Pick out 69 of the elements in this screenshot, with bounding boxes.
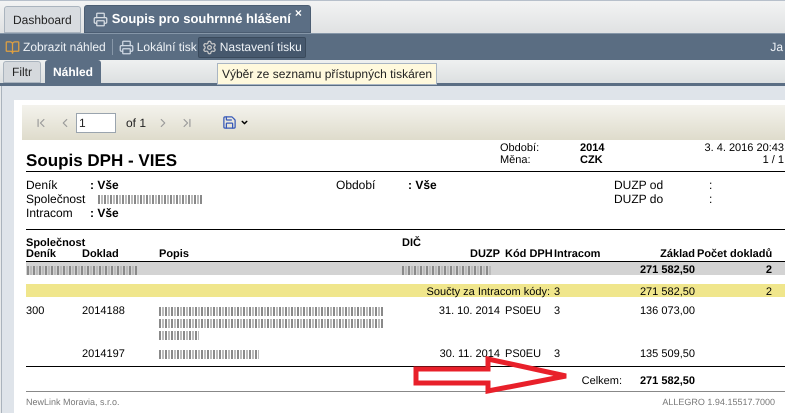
table-cell-text: PS0EU <box>504 348 542 360</box>
save-dropdown[interactable] <box>222 115 250 130</box>
tooltip: Výběr ze seznamu přístupných tiskáren <box>217 63 438 85</box>
table-cell-text: 3 <box>554 348 562 360</box>
subtotal-label: Součty za Intracom kódy: <box>426 285 551 300</box>
table-cell-text: PS0EU <box>504 305 542 319</box>
column-header: Společnost <box>26 238 86 249</box>
column-header: Intracom <box>554 249 602 260</box>
page-number: 1 / 1 <box>762 154 784 166</box>
table-cell-text: 3 <box>554 305 562 319</box>
table-cell-text: 135 509,50 <box>638 348 696 360</box>
redacted-text <box>159 331 199 340</box>
column-header: Deník <box>26 249 56 260</box>
page-count: of 1 <box>126 114 146 132</box>
column-header: Počet dokladů <box>697 249 774 260</box>
caret-icon <box>240 118 250 127</box>
filter-label: DUZP od <box>614 178 664 192</box>
printer-icon <box>92 12 108 26</box>
table-cell-text: 31. 10. 2014 <box>438 305 501 319</box>
filter-label: Společnost <box>26 192 86 206</box>
info-value: CZK <box>580 154 604 166</box>
close-button[interactable]: × <box>294 7 302 19</box>
column-header: Popis <box>159 249 190 260</box>
column-header: Doklad <box>82 249 120 260</box>
footer-text: NewLink Moravia, s.r.o. <box>26 397 120 408</box>
filter-label: DUZP do <box>614 192 664 206</box>
filter-label: Období <box>336 178 376 194</box>
filter-value: : <box>709 192 712 206</box>
column-header: DUZP <box>469 249 501 260</box>
tab[interactable]: Náhled <box>45 60 102 83</box>
toolbar-button[interactable]: Lokální tisk <box>118 36 198 58</box>
table-cell-text: 30. 11. 2014 <box>438 348 501 360</box>
save-icon <box>222 115 238 130</box>
filter-value: : Vše <box>90 206 120 220</box>
report-datetime: 3. 4. 2016 20:43 <box>704 142 784 154</box>
settings-icon <box>202 40 217 54</box>
filter-value: : Vše <box>408 178 438 194</box>
filter-label: Intracom <box>26 206 74 220</box>
info-value: 2014 <box>580 142 606 154</box>
toolbar-text: Ja <box>770 39 783 56</box>
filter-value: : <box>709 178 712 192</box>
page-field[interactable]: 1 <box>76 112 116 132</box>
info-label: Měna: <box>500 154 532 166</box>
column-header: DIČ <box>402 238 422 249</box>
total-amount: 271 582,50 <box>638 374 696 389</box>
table-cell-text: 136 073,00 <box>638 305 696 319</box>
amount-cell-text: 271 582,50 <box>638 263 696 278</box>
footer-text: ALLEGRO 1.94.15517.7000 <box>662 397 775 408</box>
table-cell-text: 300 <box>26 305 46 319</box>
count-cell-text: 2 <box>764 285 773 300</box>
intracom-cell-text: 3 <box>554 285 562 300</box>
info-label: Období: <box>500 142 540 154</box>
notebook-icon <box>5 40 20 54</box>
printer-icon <box>118 40 134 54</box>
column-header: Kód DPH <box>504 249 554 260</box>
filter-label: Deník <box>26 178 58 192</box>
amount-cell-text: 271 582,50 <box>638 285 696 300</box>
column-header: Základ <box>659 249 696 260</box>
tab[interactable]: Soupis pro souhrnné hlášení × <box>84 5 311 33</box>
tab[interactable]: Dashboard <box>4 6 81 33</box>
total-label: Celkem: <box>580 374 623 389</box>
table-cell-text: 2014197 <box>82 348 126 360</box>
toolbar-button[interactable]: Zobrazit náhled <box>4 36 107 58</box>
tab[interactable]: Filtr <box>3 61 41 83</box>
toolbar-button[interactable]: Nastavení tisku <box>198 36 306 58</box>
filter-value: : Vše <box>90 178 120 192</box>
report-title: Soupis DPH - VIES <box>26 150 178 171</box>
table-cell-text: 2014188 <box>82 305 126 319</box>
count-cell-text: 2 <box>764 263 773 278</box>
